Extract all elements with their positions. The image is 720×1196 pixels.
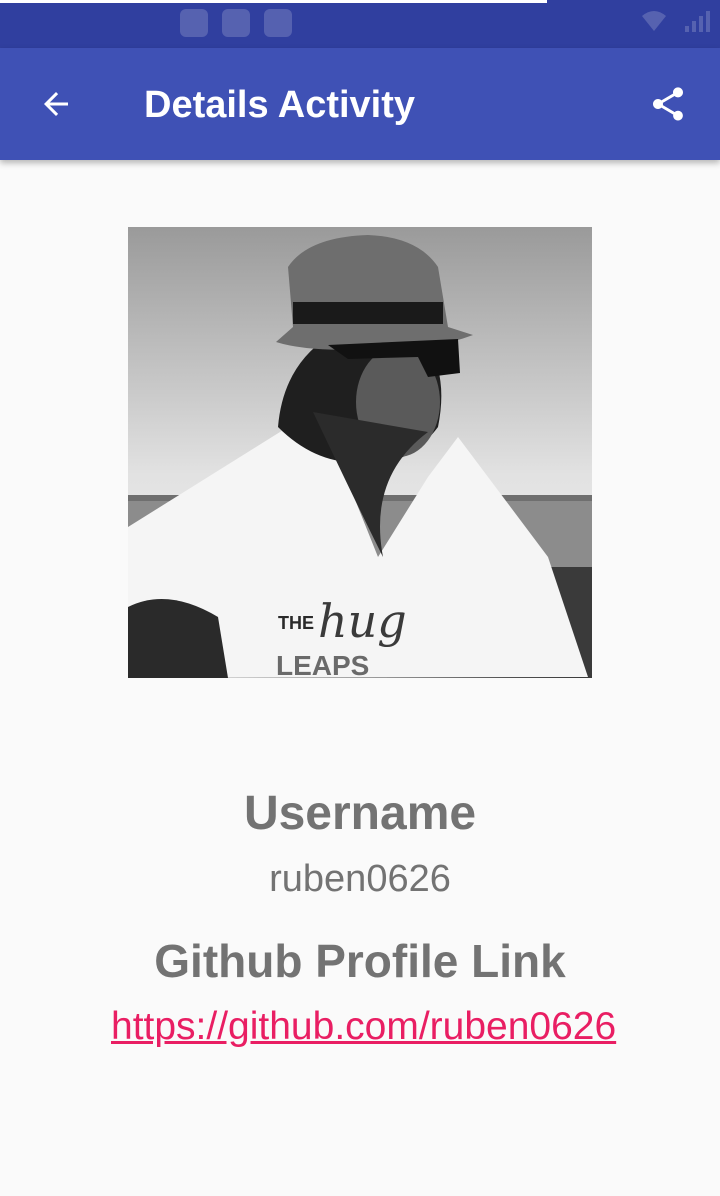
svg-text:THE: THE [278, 613, 314, 633]
loading-progress-bar [0, 0, 547, 3]
github-profile-heading: Github Profile Link [154, 935, 566, 987]
avatar-photo: THE hug LEAPS [128, 227, 592, 678]
back-button[interactable] [24, 76, 88, 132]
messenger-icon [264, 9, 292, 37]
avatar: THE hug LEAPS [128, 227, 592, 678]
status-bar [0, 0, 720, 48]
username-heading: Username [243, 787, 477, 840]
system-status-icons [641, 10, 710, 32]
svg-text:hug: hug [318, 594, 407, 648]
username-value: ruben0626 [269, 858, 451, 900]
page-title: Details Activity [144, 84, 416, 126]
arrow-back-icon [44, 92, 68, 116]
notification-icon [222, 9, 250, 37]
github-profile-link[interactable]: https://github.com/ruben0626 [111, 1003, 616, 1051]
share-button[interactable] [636, 76, 700, 132]
signal-icon [685, 10, 710, 32]
notification-icons [180, 9, 292, 37]
facebook-icon [180, 9, 208, 37]
svg-text:LEAPS: LEAPS [276, 650, 369, 678]
wifi-icon [642, 11, 666, 31]
app-bar: Details Activity [0, 48, 720, 160]
share-icon [653, 87, 683, 121]
